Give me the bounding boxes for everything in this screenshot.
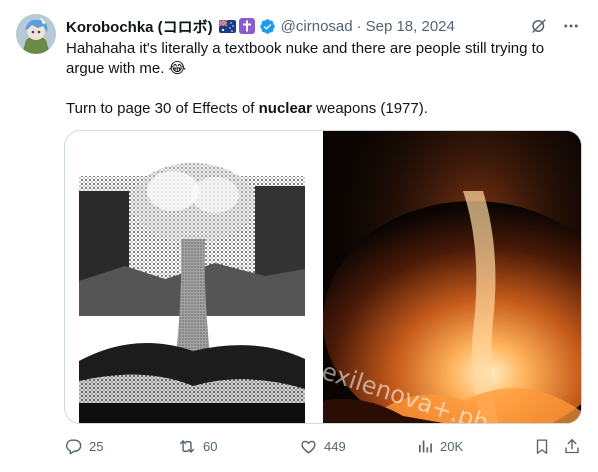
repost-button[interactable]: 60 [177,434,217,458]
media-container[interactable]: exilenova+.ph [64,130,582,424]
share-icon [565,438,579,453]
heart-icon [301,440,316,454]
mushroom-cloud-photo[interactable] [65,131,323,423]
reply-icon [65,438,82,454]
header-separator: · [356,17,362,35]
header-actions [530,15,580,37]
tweet-header: Korobochka (コロボ) @cirnosad · Sep 18, 202… [66,15,584,37]
bookmark-icon [536,438,548,454]
reply-count: 25 [89,438,104,454]
views-button[interactable]: 20K [416,434,463,458]
action-bar: 25 60 449 20K [64,434,584,458]
tweet-text-bold: nuclear [258,100,312,117]
explosion-fire-photo[interactable]: exilenova+.ph [318,131,581,423]
like-count: 449 [324,438,346,454]
tweet: Korobochka (コロボ) @cirnosad · Sep 18, 202… [0,0,598,472]
avatar[interactable] [16,14,56,54]
australia-flag-icon [218,19,236,33]
author-handle[interactable]: @cirnosad [281,18,353,35]
tweet-date[interactable]: Sep 18, 2024 [366,18,455,35]
tweet-text-line1: Hahahaha it's literally a textbook nuke … [66,40,545,77]
tweet-text: Hahahaha it's literally a textbook nuke … [66,39,578,119]
tweet-text-line2: Turn to page 30 of Effects of nuclear we… [66,99,578,119]
bookmark-button[interactable] [533,434,551,458]
more-options-icon[interactable] [562,17,580,35]
grok-icon[interactable] [530,17,548,35]
cross-icon [238,18,255,34]
repost-count: 60 [203,438,218,454]
author-name[interactable]: Korobochka (コロボ) [66,16,213,37]
share-button[interactable] [563,434,581,458]
tweet-text-suffix: weapons (1977). [311,100,428,117]
repost-icon [179,439,195,453]
views-chart-icon [419,440,432,452]
like-button[interactable]: 449 [299,434,346,458]
reply-button[interactable]: 25 [64,434,103,458]
verified-badge-icon[interactable] [259,18,276,35]
views-count: 20K [440,438,464,454]
tweet-text-prefix: Turn to page 30 of Effects of [66,100,259,117]
